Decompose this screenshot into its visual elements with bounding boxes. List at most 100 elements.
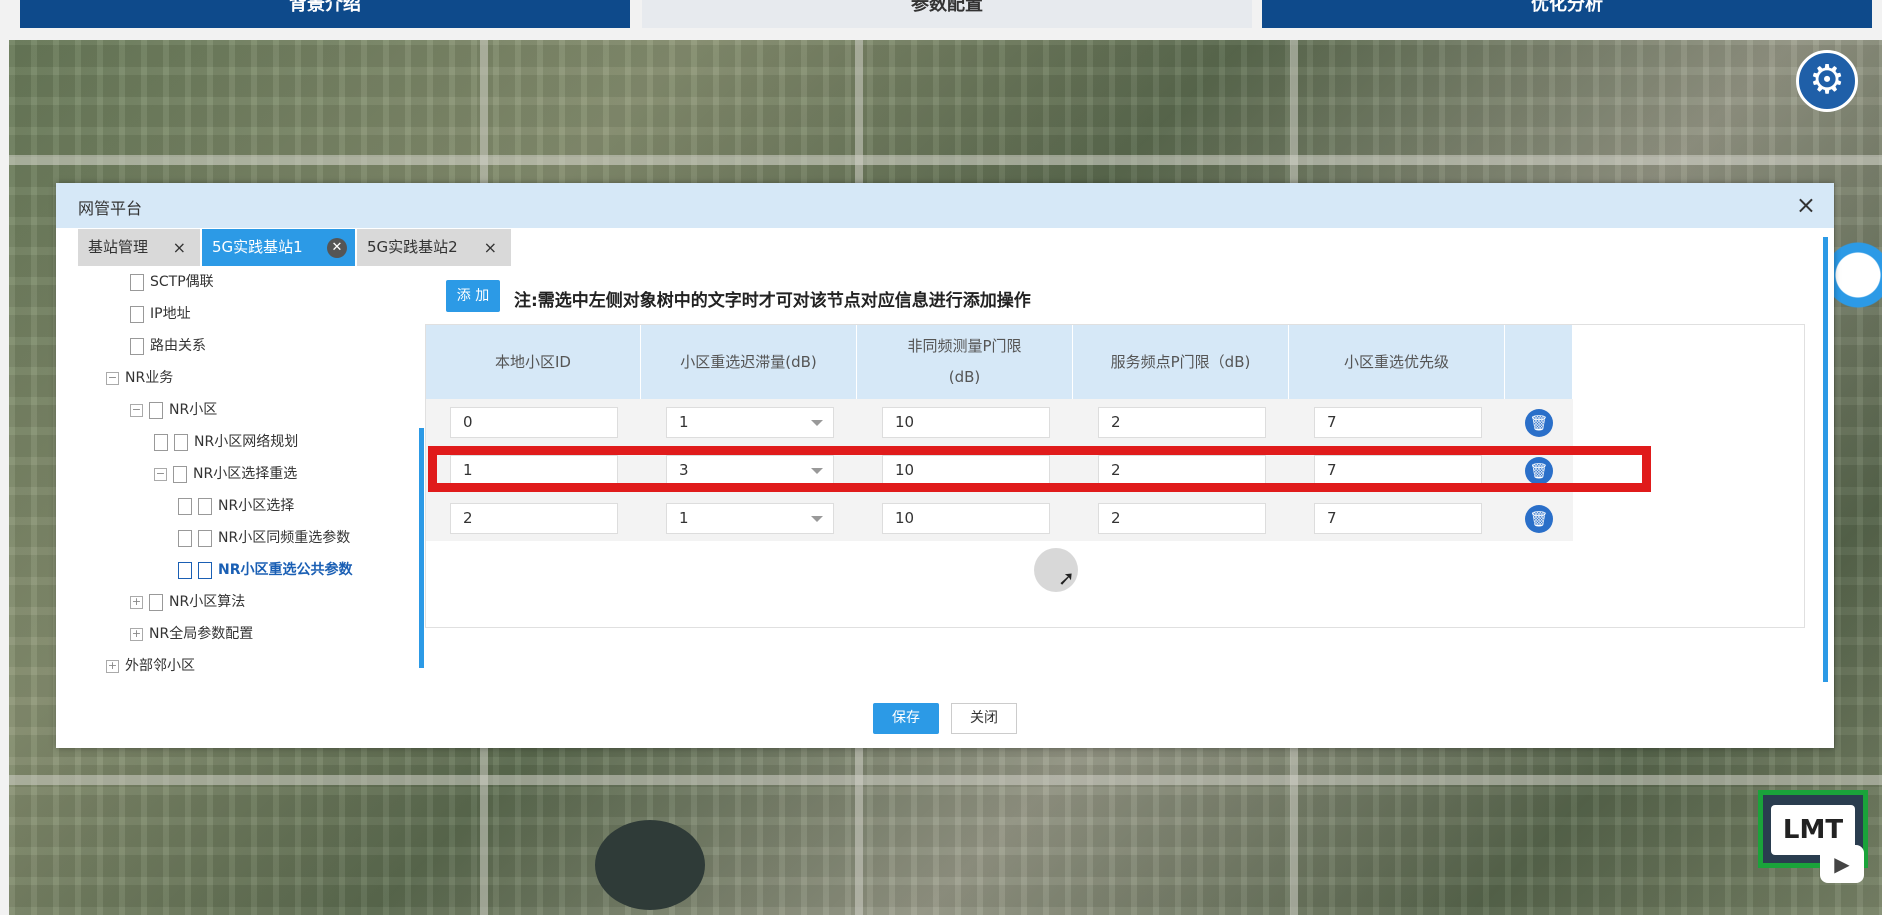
priority-input[interactable]: 7 [1314,407,1482,438]
tree-item-label: NR小区重选公共参数 [218,562,353,578]
chevron-down-icon [811,468,823,474]
collapse-icon[interactable]: − [130,403,143,417]
tree-item-external-neighbor[interactable]: + 外部邻小区 [106,655,195,675]
document-icon [198,497,212,515]
column-header-nonintra-threshold: 非同频测量P门限 (dB) [857,325,1073,399]
hysteresis-select[interactable]: 1 [666,503,834,534]
column-header-actions [1505,325,1573,399]
column-header-label: 非同频测量P门限 [907,337,1022,355]
tree-item-label: 路由关系 [150,338,206,354]
tab-label: 5G实践基站1 [212,238,303,256]
tab-close-icon[interactable]: × [484,229,497,266]
serving-threshold-input[interactable]: 2 [1098,503,1266,534]
select-value: 1 [679,509,689,527]
table-header: 本地小区ID 小区重选迟滞量(dB) 非同频测量P门限 (dB) 服务频点P门限… [426,325,1573,399]
priority-input[interactable]: 7 [1314,503,1482,534]
tree-scrollbar[interactable] [419,428,424,668]
expand-icon[interactable]: + [106,659,119,673]
save-button[interactable]: 保存 [873,703,939,734]
hysteresis-select[interactable]: 3 [666,455,834,486]
lmt-badge[interactable]: LMT ▶ [1758,790,1882,915]
tree-item-label: NR小区选择重选 [193,466,298,482]
column-header-label: 小区重选优先级 [1343,352,1449,371]
select-value: 3 [679,461,689,479]
document-icon [149,593,163,611]
tree-item-ip[interactable]: IP地址 [130,303,191,323]
tree-item-label: IP地址 [150,306,191,322]
tree-item-nr-global-config[interactable]: + NR全局参数配置 [130,623,253,643]
tab-close-icon[interactable]: ✕ [327,238,347,258]
trash-icon[interactable]: 🗑 [1525,505,1553,533]
tree-item-nr-intrafreq-params[interactable]: NR小区同频重选参数 [178,527,350,547]
tab-station-2[interactable]: 5G实践基站2 × [357,229,511,266]
priority-input[interactable]: 7 [1314,455,1482,486]
dialog-title: 网管平台 [78,199,143,218]
chevron-down-icon [811,420,823,426]
serving-threshold-input[interactable]: 2 [1098,455,1266,486]
tree-item-sctp[interactable]: SCTP偶联 [130,273,214,291]
document-icon [178,561,192,579]
column-header-serving-threshold: 服务频点P门限（dB) [1073,325,1289,399]
gear-icon[interactable]: ⚙ [1796,50,1858,112]
top-navigation: 背景介绍 参数配置 优化分析 [0,0,1882,40]
select-value: 1 [679,413,689,431]
tree-item-nr-service[interactable]: − NR业务 [106,367,173,387]
column-header-label: 服务频点P门限（dB) [1110,352,1251,371]
tree-item-nr-cell-planning[interactable]: NR小区网络规划 [154,431,298,451]
document-icon [198,561,212,579]
tree-item-label: NR业务 [125,370,174,386]
tree-item-nr-algorithm[interactable]: + NR小区算法 [130,591,245,611]
tree-item-route[interactable]: 路由关系 [130,335,206,355]
column-header-unit: (dB) [948,368,981,386]
tree-item-label: NR小区选择 [218,498,295,514]
local-cell-id-input[interactable]: 0 [450,407,618,438]
tab-station-1[interactable]: 5G实践基站1 ✕ [202,229,355,266]
close-icon[interactable]: × [1796,191,1816,219]
top-tab-background[interactable]: 背景介绍 [20,0,630,28]
tab-station-management[interactable]: 基站管理 × [78,229,200,266]
tab-label: 基站管理 [88,238,149,256]
expand-icon[interactable]: + [130,595,143,609]
tree-item-nr-cell[interactable]: − NR小区 [130,399,217,419]
tree-item-label: NR小区网络规划 [194,434,299,450]
dialog-header: 网管平台 × [56,183,1834,228]
close-button[interactable]: 关闭 [951,703,1017,734]
nonintra-threshold-input[interactable]: 10 [882,455,1050,486]
nonintra-threshold-input[interactable]: 10 [882,503,1050,534]
station-tabs: 基站管理 × 5G实践基站1 ✕ 5G实践基站2 × [78,229,1818,267]
local-cell-id-input[interactable]: 2 [450,503,618,534]
top-tab-optimization[interactable]: 优化分析 [1262,0,1872,28]
tree-item-nr-reselection-common[interactable]: NR小区重选公共参数 [178,559,353,579]
collapse-icon[interactable]: − [106,371,119,385]
dialog-scrollbar[interactable] [1823,237,1828,682]
play-icon[interactable]: ▶ [1820,845,1864,883]
column-header-local-cell-id: 本地小区ID [426,325,641,399]
chevron-down-icon [811,516,823,522]
tree-item-nr-cell-reselection[interactable]: − NR小区选择重选 [154,463,297,483]
document-icon [178,497,192,515]
tab-close-icon[interactable]: × [173,229,186,266]
tree-item-label: 外部邻小区 [125,658,195,674]
document-icon [174,433,188,451]
network-management-dialog: 网管平台 × 基站管理 × 5G实践基站1 ✕ 5G实践基站2 × SCTP偶联… [56,183,1834,748]
nonintra-threshold-input[interactable]: 10 [882,407,1050,438]
expand-icon[interactable]: + [130,627,143,641]
instruction-note: 注:需选中左侧对象树中的文字时才可对该节点对应信息进行添加操作 [514,291,1031,311]
hysteresis-select[interactable]: 1 [666,407,834,438]
document-icon [130,305,144,323]
top-tab-params[interactable]: 参数配置 [642,0,1252,28]
mouse-pointer-icon: ➚ [1058,566,1075,590]
trash-icon[interactable]: 🗑 [1525,409,1553,437]
document-icon [130,337,144,355]
document-icon [130,273,144,291]
tree-item-nr-cell-selection[interactable]: NR小区选择 [178,495,294,515]
serving-threshold-input[interactable]: 2 [1098,407,1266,438]
tree-item-label: SCTP偶联 [150,274,214,290]
add-button[interactable]: 添 加 [446,280,500,312]
tree-item-label: NR小区 [169,402,218,418]
map-lake [595,820,705,910]
trash-icon[interactable]: 🗑 [1525,457,1553,485]
column-header-hysteresis: 小区重选迟滞量(dB) [641,325,857,399]
collapse-icon[interactable]: − [154,467,167,481]
local-cell-id-input[interactable]: 1 [450,455,618,486]
